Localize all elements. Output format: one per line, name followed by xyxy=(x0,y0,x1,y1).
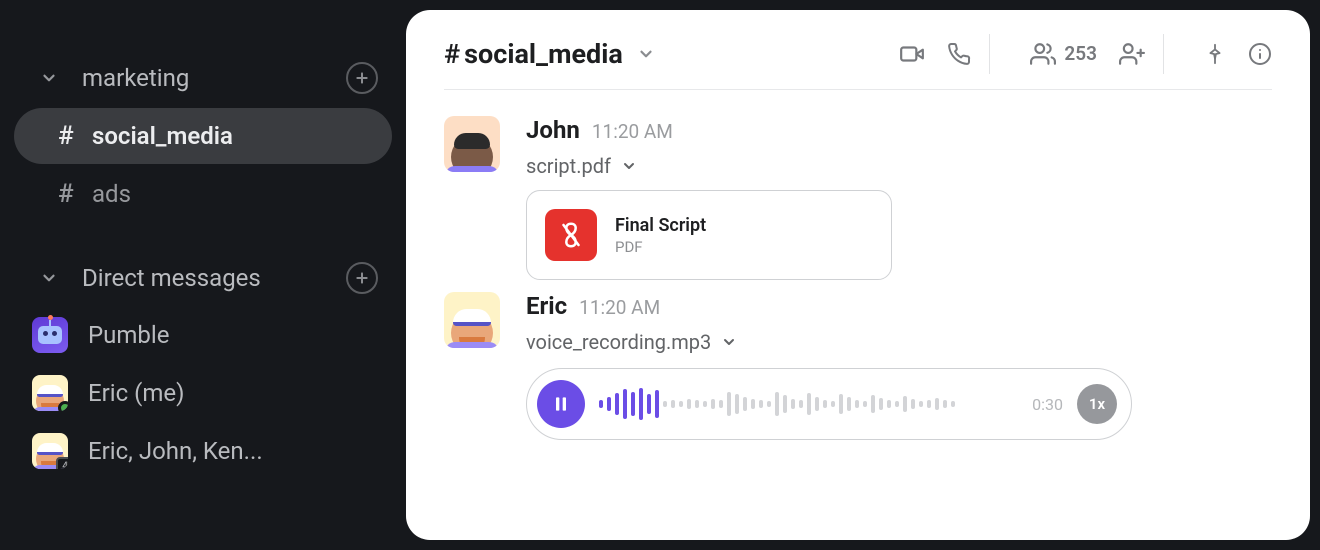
add-dm-button[interactable] xyxy=(346,262,378,294)
message-row: John 11:20 AM script.pdf Final Script PD… xyxy=(444,104,1272,280)
dm-item-eric[interactable]: Eric (me) xyxy=(0,364,406,422)
audio-waveform[interactable] xyxy=(599,384,1018,424)
dm-label: Eric, John, Ken... xyxy=(88,437,263,465)
channel-item-social-media[interactable]: # social_media xyxy=(14,108,392,164)
chevron-down-icon xyxy=(621,158,637,174)
divider xyxy=(989,34,990,74)
chevron-down-icon xyxy=(36,269,62,287)
avatar xyxy=(32,375,68,411)
audio-attachment-card: 0:30 1x xyxy=(526,368,1132,440)
dm-label: Pumble xyxy=(88,321,169,349)
workspace-name: marketing xyxy=(82,64,346,92)
pause-button[interactable] xyxy=(537,380,585,428)
message-author[interactable]: John xyxy=(526,116,580,144)
attachment-filename: voice_recording.mp3 xyxy=(526,330,711,354)
avatar: 4 xyxy=(32,433,68,469)
channel-label: ads xyxy=(92,180,131,208)
audio-duration: 0:30 xyxy=(1032,395,1063,414)
hash-icon: # xyxy=(58,121,92,151)
pdf-icon xyxy=(545,209,597,261)
channel-header: # social_media 253 xyxy=(444,36,1272,90)
divider xyxy=(1163,34,1164,74)
attachment-label-row[interactable]: voice_recording.mp3 xyxy=(526,330,1272,354)
message-time: 11:20 AM xyxy=(592,120,673,143)
message-author[interactable]: Eric xyxy=(526,292,567,320)
channel-title-button[interactable]: # social_media xyxy=(444,38,655,70)
members-button[interactable]: 253 xyxy=(1030,41,1097,67)
file-title: Final Script xyxy=(615,215,706,236)
playback-speed-button[interactable]: 1x xyxy=(1077,384,1117,424)
sidebar: marketing # social_media # ads Direct me… xyxy=(0,0,406,550)
channel-label: social_media xyxy=(92,122,233,150)
hash-icon: # xyxy=(444,38,460,70)
dm-label: Eric (me) xyxy=(88,379,184,407)
info-button[interactable] xyxy=(1248,42,1272,66)
dm-section-label: Direct messages xyxy=(82,264,346,292)
file-attachment-card[interactable]: Final Script PDF xyxy=(526,190,892,280)
group-count-badge: 4 xyxy=(56,457,68,469)
channel-name: social_media xyxy=(464,38,623,70)
video-call-button[interactable] xyxy=(899,41,925,67)
workspace-header[interactable]: marketing xyxy=(0,50,406,106)
attachment-filename: script.pdf xyxy=(526,154,611,178)
hash-icon: # xyxy=(58,179,92,209)
avatar[interactable] xyxy=(444,116,500,172)
phone-call-button[interactable] xyxy=(947,42,971,66)
status-online-icon xyxy=(58,401,68,411)
message-row: Eric 11:20 AM voice_recording.mp3 0:30 1… xyxy=(444,280,1272,440)
dm-item-pumble[interactable]: Pumble xyxy=(0,306,406,364)
avatar xyxy=(32,317,68,353)
message-time: 11:20 AM xyxy=(579,296,660,319)
attachment-label-row[interactable]: script.pdf xyxy=(526,154,1272,178)
avatar[interactable] xyxy=(444,292,500,348)
chevron-down-icon xyxy=(721,334,737,350)
member-count: 253 xyxy=(1064,42,1097,65)
dm-section-header[interactable]: Direct messages xyxy=(0,250,406,306)
pin-button[interactable] xyxy=(1204,43,1226,65)
channel-item-ads[interactable]: # ads xyxy=(14,166,392,222)
chevron-down-icon xyxy=(36,69,62,87)
main-panel: # social_media 253 xyxy=(406,10,1310,540)
dm-item-group[interactable]: 4 Eric, John, Ken... xyxy=(0,422,406,480)
add-member-button[interactable] xyxy=(1119,41,1145,67)
add-channel-button[interactable] xyxy=(346,62,378,94)
chevron-down-icon xyxy=(637,38,655,70)
file-type: PDF xyxy=(615,238,706,256)
